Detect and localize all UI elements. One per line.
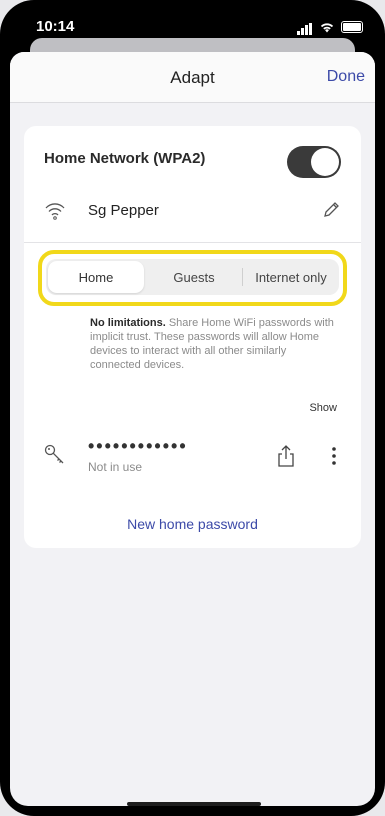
segment-internet-only[interactable]: Internet only [243,259,339,295]
segment-guests[interactable]: Guests [146,259,242,295]
pencil-icon[interactable] [321,200,341,220]
more-vertical-icon[interactable] [331,446,337,466]
page-title: Adapt [170,68,215,87]
network-toggle[interactable] [287,146,341,178]
password-status: Not in use [88,460,143,474]
home-indicator [127,802,261,806]
modal-sheet: Adapt Done Home Network (WPA2) Sg Pepper [10,52,375,806]
segment-description: No limitations. Share Home WiFi password… [90,316,337,372]
network-header-row: Home Network (WPA2) [44,146,341,180]
battery-icon [341,20,363,33]
new-home-password-button[interactable]: New home password [24,516,361,532]
wifi-icon [45,203,65,220]
access-segmented-control: Home Guests Internet only [46,259,339,295]
signal-icon [297,18,313,35]
share-icon[interactable] [277,444,295,468]
password-row: •••••••••••• Not in use [42,436,343,482]
nav-bar: Adapt Done [10,52,375,103]
toggle-knob [311,148,339,176]
network-name: Sg Pepper [88,202,159,219]
done-button[interactable]: Done [327,68,365,86]
description-title: No limitations. [90,317,166,329]
password-dots: •••••••••••• [88,436,188,456]
status-icons [297,18,363,35]
network-card: Home Network (WPA2) Sg Pepper Home Guest… [24,126,361,548]
divider [24,242,361,243]
network-name-row: Sg Pepper [44,198,341,228]
key-icon [44,444,64,464]
phone-frame: 10:14 Adapt Done Home Network (WPA2) Sg … [0,0,385,816]
network-label: Home Network (WPA2) [44,150,206,167]
status-time: 10:14 [36,18,75,35]
wifi-status-icon [320,22,334,32]
show-button[interactable]: Show [309,402,337,414]
segment-home[interactable]: Home [48,261,144,293]
